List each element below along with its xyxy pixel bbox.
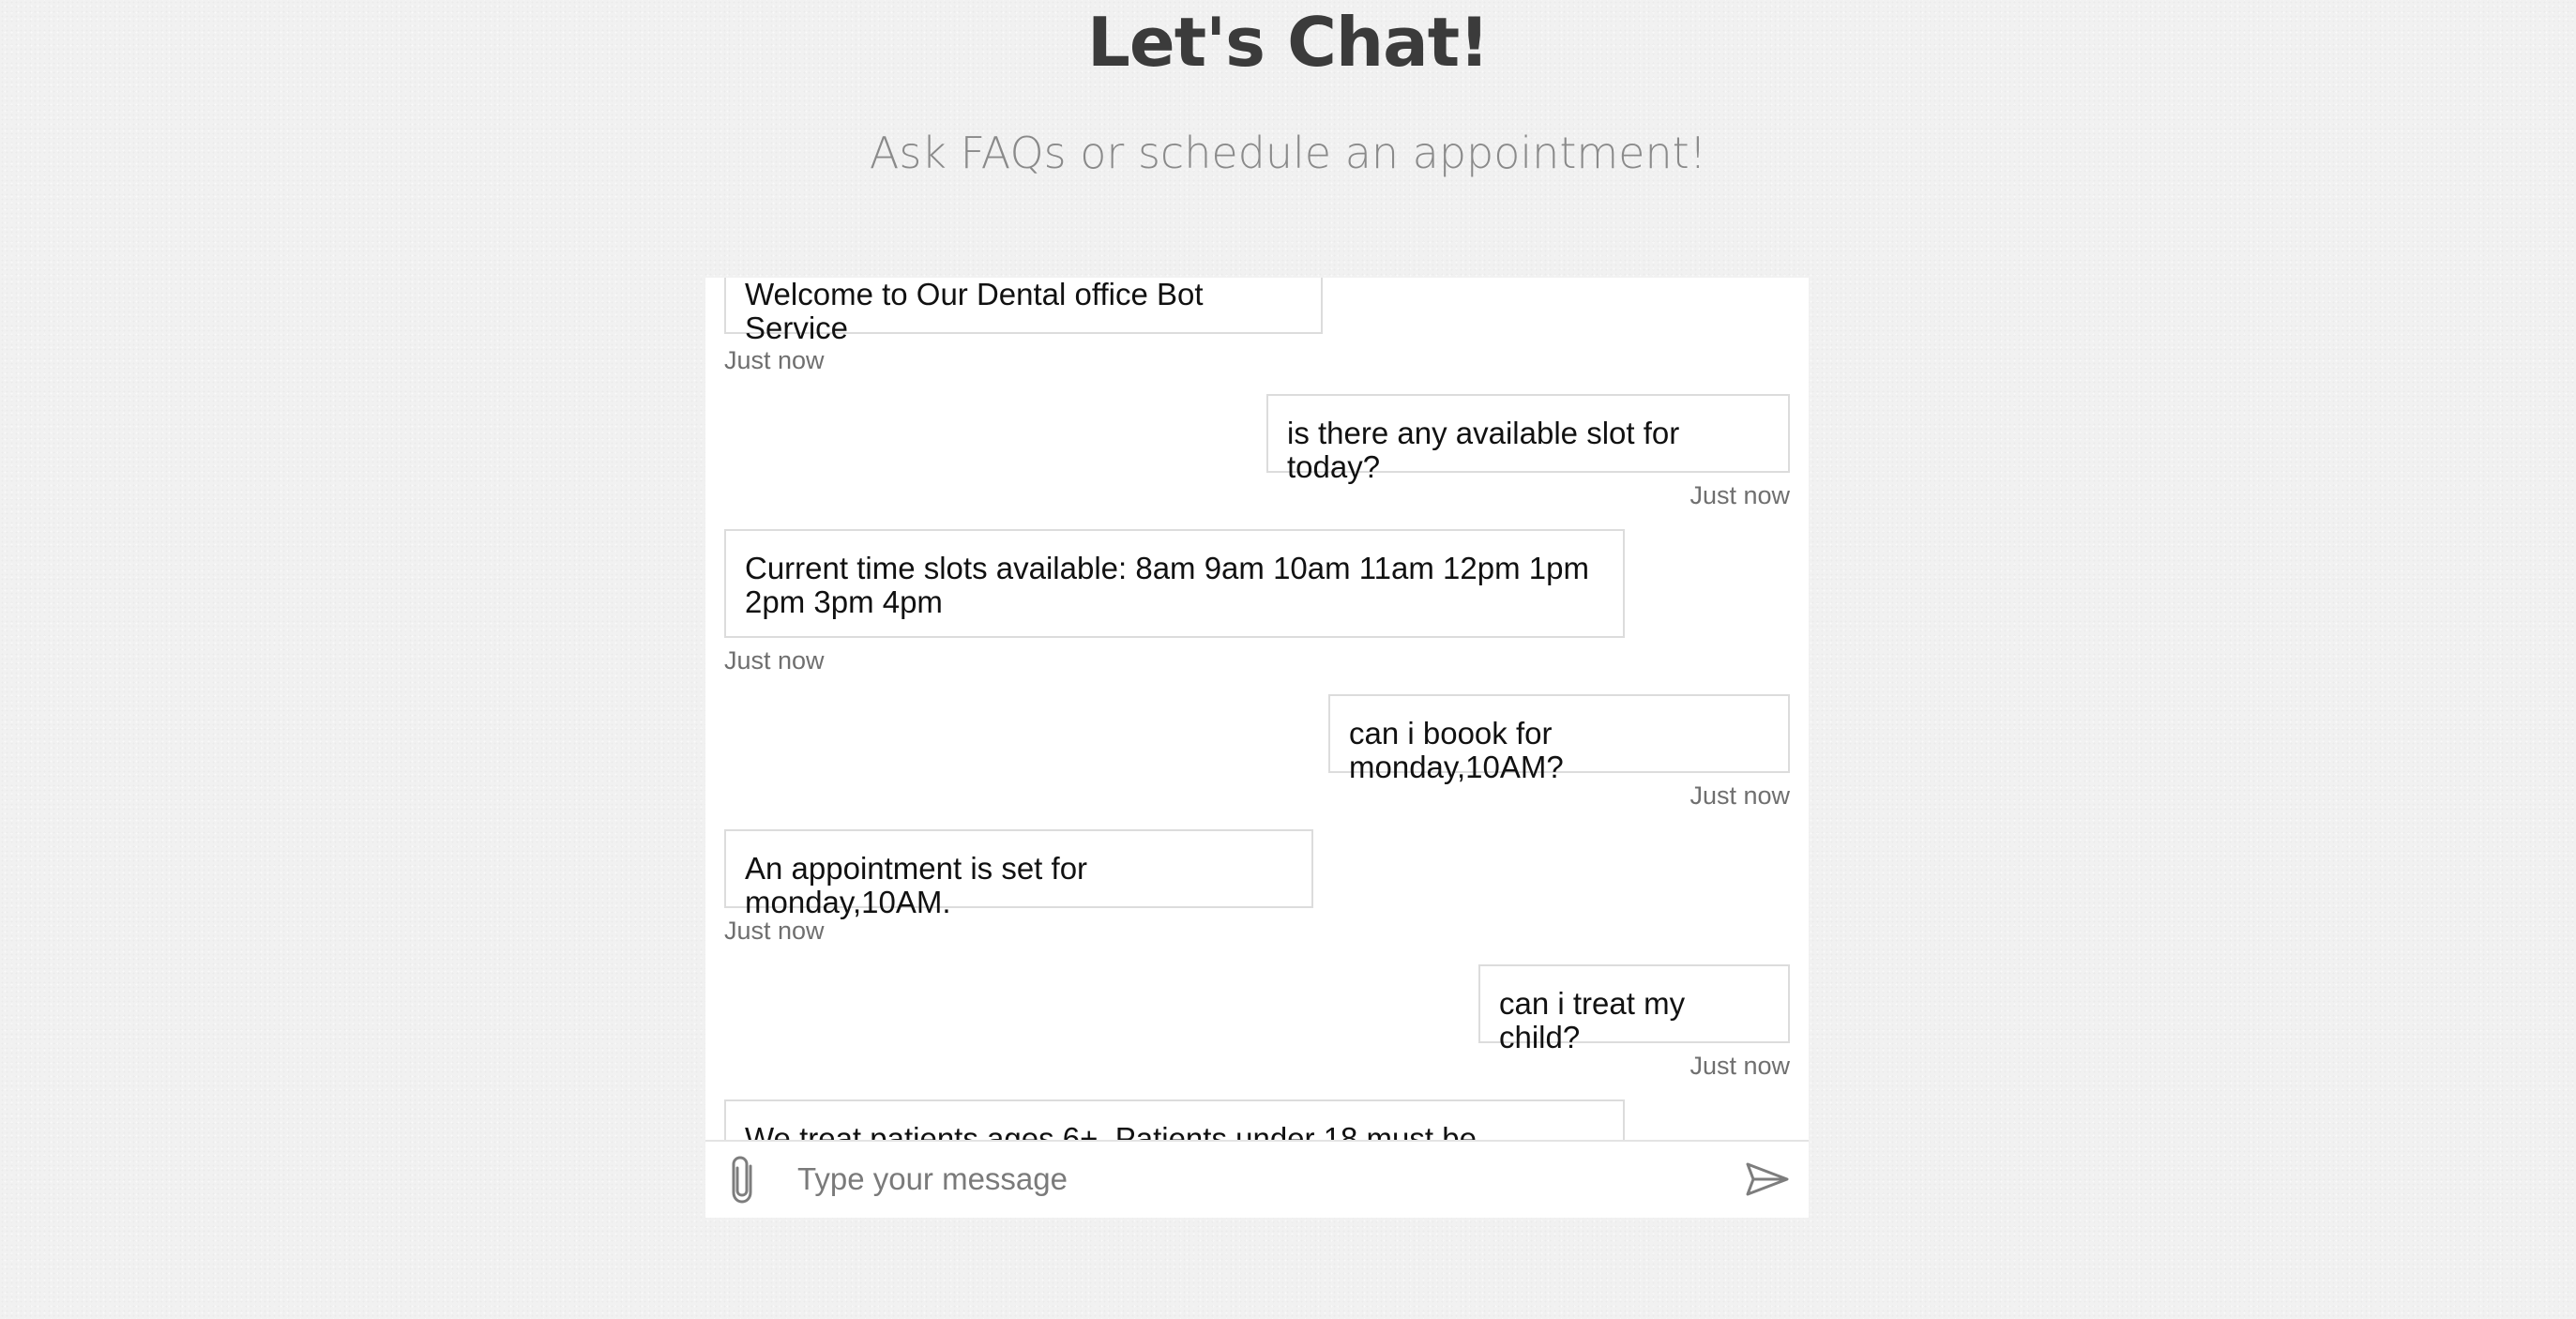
bot-message: Welcome to Our Dental office Bot Service [724,278,1323,345]
message-text: Welcome to Our Dental office Bot Service [745,278,1204,345]
message-timestamp: Just now [1690,1052,1790,1080]
message-text: We treat patients ages 6+. Patients unde… [745,1121,1477,1142]
message-timestamp: Just now [1690,481,1790,509]
user-message: is there any available slot for today? [1266,394,1790,484]
message-text: Current time slots available: 8am 9am 10… [745,551,1589,619]
message-text: An appointment is set for monday,10AM. [745,851,1088,919]
message-timestamp: Just now [1690,781,1790,810]
message-timestamp: Just now [724,646,825,675]
chat-window: Welcome to Our Dental office Bot Service… [705,278,1809,1218]
message-text: is there any available slot for today? [1287,416,1680,484]
message-timestamp: Just now [724,917,825,945]
message-text: can i treat my child? [1499,986,1686,1054]
bot-message: Current time slots available: 8am 9am 10… [724,529,1625,638]
send-icon[interactable] [1745,1160,1790,1198]
user-message: can i treat my child? [1478,964,1790,1054]
message-list[interactable]: Welcome to Our Dental office Bot Service… [705,278,1809,1141]
bot-message: An appointment is set for monday,10AM. [724,829,1313,919]
page-title: Let's Chat! [1086,3,1490,82]
message-composer [705,1140,1809,1218]
message-timestamp: Just now [724,346,825,374]
message-input[interactable] [797,1151,1679,1207]
message-text: can i boook for monday,10AM? [1349,716,1564,784]
page-subtitle: Ask FAQs or schedule an appointment! [869,128,1707,178]
page: Let's Chat! Ask FAQs or schedule an appo… [0,0,2576,1319]
user-message: can i boook for monday,10AM? [1328,694,1790,784]
bot-message: We treat patients ages 6+. Patients unde… [724,1099,1625,1141]
paperclip-icon[interactable] [726,1155,764,1205]
